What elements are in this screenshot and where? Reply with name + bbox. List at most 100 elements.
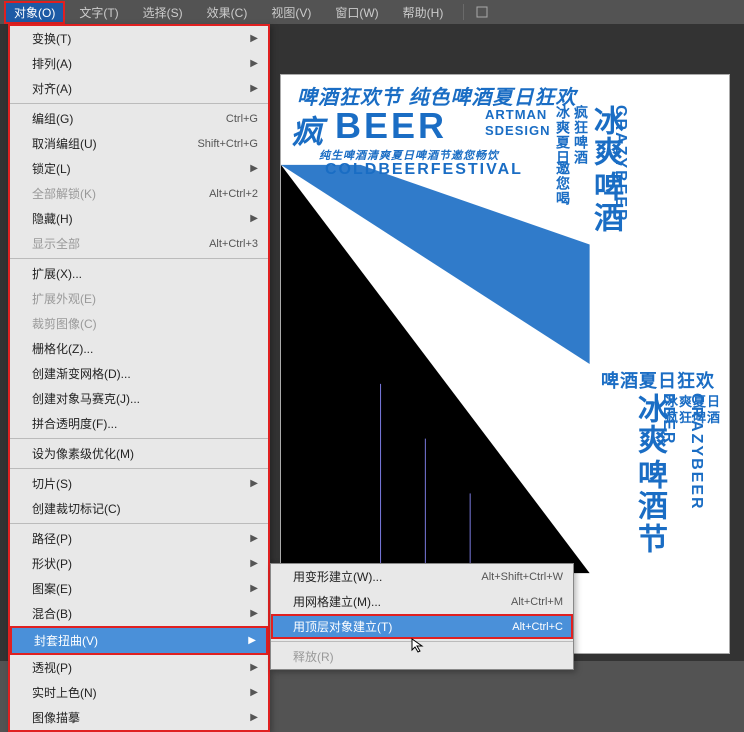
menu-item[interactable]: 设为像素级优化(M): [10, 441, 268, 466]
menu-item-label: 显示全部: [32, 235, 80, 252]
chevron-right-icon: ▶: [250, 213, 258, 224]
menu-item-label: 扩展(X)...: [32, 265, 82, 282]
menu-item[interactable]: 路径(P) ▶: [10, 526, 268, 551]
menu-item[interactable]: 封套扭曲(V) ▶: [12, 628, 266, 653]
menu-separator: [10, 258, 268, 259]
submenu-shortcut: Alt+Ctrl+C: [512, 621, 563, 633]
chevron-right-icon: ▶: [250, 83, 258, 94]
chevron-right-icon: ▶: [250, 608, 258, 619]
menu-item-label: 扩展外观(E): [32, 290, 96, 307]
menu-window[interactable]: 窗口(W): [325, 1, 388, 24]
menu-shortcut: Alt+Ctrl+3: [209, 238, 258, 250]
menu-item-label: 隐藏(H): [32, 210, 73, 227]
menu-shortcut: Alt+Ctrl+2: [209, 188, 258, 200]
menu-item-label: 封套扭曲(V): [34, 632, 98, 649]
submenu-shortcut: Alt+Ctrl+M: [511, 596, 563, 608]
submenu-item-label: 用顶层对象建立(T): [293, 618, 392, 635]
menu-item-label: 创建对象马赛克(J)...: [32, 390, 140, 407]
menu-item-label: 创建渐变网格(D)...: [32, 365, 131, 382]
menu-item: 全部解锁(K) Alt+Ctrl+2: [10, 181, 268, 206]
menu-item[interactable]: 透视(P) ▶: [10, 655, 268, 680]
menu-item[interactable]: 混合(B) ▶: [10, 601, 268, 626]
chevron-right-icon: ▶: [250, 583, 258, 594]
menu-label: 视图(V): [271, 6, 311, 20]
menu-item: 扩展外观(E): [10, 286, 268, 311]
submenu-item[interactable]: 用网格建立(M)... Alt+Ctrl+M: [271, 589, 573, 614]
menu-item-label: 透视(P): [32, 659, 72, 676]
menu-item[interactable]: 扩展(X)...: [10, 261, 268, 286]
menu-item[interactable]: 图像描摹 ▶: [10, 705, 268, 730]
menu-item-label: 对齐(A): [32, 80, 72, 97]
menu-label: 文字(T): [79, 6, 118, 20]
menu-item: 显示全部 Alt+Ctrl+3: [10, 231, 268, 256]
submenu-item-label: 释放(R): [293, 648, 334, 665]
menu-item-label: 图像描摹: [32, 709, 80, 726]
chevron-right-icon: ▶: [250, 58, 258, 69]
submenu-item-label: 用变形建立(W)...: [293, 568, 382, 585]
menu-item-label: 图案(E): [32, 580, 72, 597]
object-dropdown: 变换(T) ▶ 排列(A) ▶ 对齐(A) ▶ 编组(G) Ctrl+G 取消编组(U) Shif…: [8, 24, 270, 732]
menu-item-label: 编组(G): [32, 110, 73, 127]
chevron-right-icon: ▶: [250, 712, 258, 723]
menu-item-label: 拼合透明度(F)...: [32, 415, 117, 432]
menu-item[interactable]: 栅格化(Z)...: [10, 336, 268, 361]
menu-item[interactable]: 锁定(L)▶: [10, 156, 268, 181]
menu-label: 效果(C): [207, 6, 248, 20]
menu-item-label: 全部解锁(K): [32, 185, 96, 202]
menu-separator: [10, 468, 268, 469]
menu-item[interactable]: 创建对象马赛克(J)...: [10, 386, 268, 411]
menu-select[interactable]: 选择(S): [133, 1, 193, 24]
menubar-divider: [463, 4, 464, 20]
menu-item[interactable]: 图案(E) ▶: [10, 576, 268, 601]
menu-label: 帮助(H): [403, 6, 444, 20]
menu-item-label: 实时上色(N): [32, 684, 97, 701]
menu-label: 窗口(W): [335, 6, 378, 20]
cursor-icon: [410, 637, 426, 658]
menu-label: 对象(O): [14, 6, 55, 20]
submenu-item[interactable]: 用变形建立(W)... Alt+Shift+Ctrl+W: [271, 564, 573, 589]
menu-item[interactable]: 实时上色(N) ▶: [10, 680, 268, 705]
menu-item-label: 排列(A): [32, 55, 72, 72]
menu-item-label: 混合(B): [32, 605, 72, 622]
chevron-right-icon: ▶: [250, 33, 258, 44]
menu-item-label: 路径(P): [32, 530, 72, 547]
menu-separator: [10, 103, 268, 104]
menu-item[interactable]: 创建裁切标记(C): [10, 496, 268, 521]
main-menubar: 对象(O) 文字(T) 选择(S) 效果(C) 视图(V) 窗口(W) 帮助(H…: [0, 0, 744, 24]
chevron-right-icon: ▶: [250, 558, 258, 569]
menu-item[interactable]: 取消编组(U) Shift+Ctrl+G: [10, 131, 268, 156]
chevron-right-icon: ▶: [250, 533, 258, 544]
menu-help[interactable]: 帮助(H): [393, 1, 454, 24]
menu-item-label: 锁定(L): [32, 160, 71, 177]
chevron-right-icon: ▶: [250, 687, 258, 698]
search-icon[interactable]: [474, 4, 490, 20]
submenu-shortcut: Alt+Shift+Ctrl+W: [481, 571, 563, 583]
menu-separator: [10, 523, 268, 524]
menu-item[interactable]: 隐藏(H) ▶: [10, 206, 268, 231]
menu-shortcut: Shift+Ctrl+G: [197, 138, 258, 150]
menu-item[interactable]: 切片(S)▶: [10, 471, 268, 496]
menu-item-label: 取消编组(U): [32, 135, 97, 152]
menu-shortcut: Ctrl+G: [226, 113, 258, 125]
menu-item[interactable]: 排列(A) ▶: [10, 51, 268, 76]
menu-label: 选择(S): [143, 6, 183, 20]
menu-item[interactable]: 变换(T) ▶: [10, 26, 268, 51]
submenu-item-label: 用网格建立(M)...: [293, 593, 381, 610]
menu-type[interactable]: 文字(T): [69, 1, 128, 24]
menu-item[interactable]: 拼合透明度(F)...: [10, 411, 268, 436]
submenu-item[interactable]: 用顶层对象建立(T) Alt+Ctrl+C: [271, 614, 573, 639]
chevron-right-icon: ▶: [250, 662, 258, 673]
menu-item-label: 创建裁切标记(C): [32, 500, 121, 517]
menu-item[interactable]: 创建渐变网格(D)...: [10, 361, 268, 386]
menu-effect[interactable]: 效果(C): [197, 1, 258, 24]
menu-item-label: 裁剪图像(C): [32, 315, 97, 332]
menu-object[interactable]: 对象(O): [4, 1, 65, 24]
menu-item-label: 变换(T): [32, 30, 71, 47]
menu-item-label: 栅格化(Z)...: [32, 340, 93, 357]
chevron-right-icon: ▶: [248, 635, 256, 646]
chevron-right-icon: ▶: [250, 478, 258, 489]
menu-item[interactable]: 编组(G) Ctrl+G: [10, 106, 268, 131]
menu-item[interactable]: 对齐(A) ▶: [10, 76, 268, 101]
menu-view[interactable]: 视图(V): [261, 1, 321, 24]
menu-item[interactable]: 形状(P)▶: [10, 551, 268, 576]
